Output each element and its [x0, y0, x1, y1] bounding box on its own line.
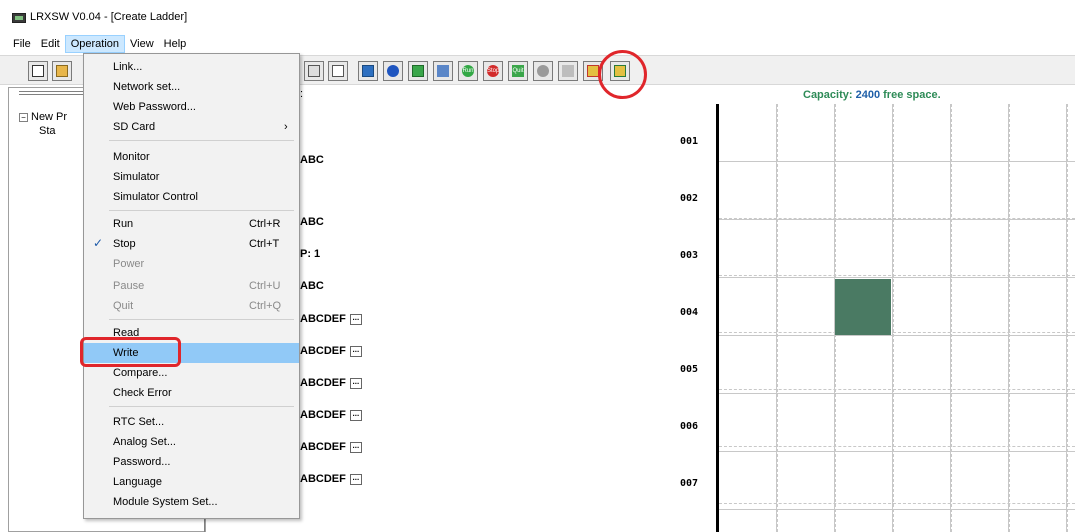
block-row[interactable]: ABC — [300, 154, 324, 166]
ellipsis-button[interactable]: ... — [349, 377, 362, 389]
quit-icon[interactable]: Quit — [508, 61, 528, 81]
menu-item-password[interactable]: Password... — [84, 452, 299, 472]
block-row[interactable]: P: 1 — [300, 248, 320, 260]
run-icon[interactable]: Run — [458, 61, 478, 81]
block-list: : ABC ABC P: 1 ABC ABCDEF... ABCDEF... A… — [296, 87, 716, 532]
menu-item-link[interactable]: Link... — [84, 57, 299, 77]
block-row[interactable]: ABCDEF... — [300, 441, 362, 453]
ellipsis-button[interactable]: ... — [349, 441, 362, 453]
menu-edit[interactable]: Edit — [36, 36, 65, 52]
ladder-row-number: 004 — [680, 307, 699, 318]
tree-child-label: Sta — [39, 125, 56, 137]
record-icon[interactable] — [533, 61, 553, 81]
collapse-icon[interactable]: − — [19, 112, 28, 122]
menu-separator — [109, 406, 294, 407]
ladder-row-number: 007 — [680, 478, 699, 489]
tree-root-label: New Pr — [31, 111, 68, 123]
ladder-grid[interactable] — [719, 104, 1075, 532]
block-row[interactable]: ABCDEF... — [300, 313, 362, 325]
checkmark-icon: ✓ — [93, 236, 104, 250]
app-icon — [12, 13, 26, 23]
project-tree: − New Pr Sta — [19, 110, 67, 138]
capacity-value: 2400 — [855, 89, 881, 101]
ladder-row-number: 006 — [680, 421, 699, 432]
menu-help[interactable]: Help — [159, 36, 192, 52]
menu-item-check-error[interactable]: Check Error — [84, 383, 299, 403]
block-row[interactable]: ABCDEF... — [300, 345, 362, 357]
stop-icon[interactable]: Stop — [483, 61, 503, 81]
ellipsis-button[interactable]: ... — [349, 473, 362, 485]
block-row[interactable]: ABC — [300, 216, 324, 228]
annotation-rectangle — [80, 337, 181, 367]
ellipsis-button[interactable]: ... — [349, 409, 362, 421]
menu-item-monitor[interactable]: Monitor — [84, 147, 299, 167]
tree-node-root[interactable]: − New Pr — [19, 110, 67, 124]
ladder-row-number: 005 — [680, 364, 699, 375]
settings-icon[interactable] — [408, 61, 428, 81]
pause-icon[interactable] — [558, 61, 578, 81]
menu-item-web-password[interactable]: Web Password... — [84, 97, 299, 117]
menu-item-simulator-control[interactable]: Simulator Control — [84, 187, 299, 207]
quit-label: Quit — [512, 65, 524, 77]
menu-item-stop[interactable]: ✓ Stop Ctrl+T — [84, 234, 299, 254]
menu-item-rtc-set[interactable]: RTC Set... — [84, 412, 299, 432]
monitor-icon[interactable] — [358, 61, 378, 81]
menu-item-network-set[interactable]: Network set... — [84, 77, 299, 97]
menu-bar: File Edit Operation View Help — [0, 34, 1075, 53]
ladder-icon[interactable] — [304, 61, 324, 81]
block-row[interactable]: ABC — [300, 280, 324, 292]
block-list-colon: : — [300, 88, 304, 100]
block-row[interactable]: ABCDEF... — [300, 377, 362, 389]
menu-item-run[interactable]: Run Ctrl+R — [84, 214, 299, 234]
ellipsis-button[interactable]: ... — [349, 345, 362, 357]
submenu-arrow-icon: › — [284, 121, 288, 133]
menu-separator — [109, 140, 294, 141]
ladder-row-number: 003 — [680, 250, 699, 261]
ellipsis-button[interactable]: ... — [349, 313, 362, 325]
menu-item-module-system-set[interactable]: Module System Set... — [84, 492, 299, 512]
operation-menu: Link... Network set... Web Password... S… — [83, 53, 300, 519]
block-icon[interactable] — [328, 61, 348, 81]
block-row[interactable]: ABCDEF... — [300, 473, 362, 485]
block-row[interactable]: ABCDEF... — [300, 409, 362, 421]
menu-item-analog-set[interactable]: Analog Set... — [84, 432, 299, 452]
annotation-circle — [598, 50, 647, 99]
menu-operation[interactable]: Operation — [64, 34, 126, 53]
menu-item-quit: Quit Ctrl+Q — [113, 300, 282, 312]
new-icon[interactable] — [28, 61, 48, 81]
menu-item-language[interactable]: Language — [84, 472, 299, 492]
menu-file[interactable]: File — [8, 36, 36, 52]
window-title: LRXSW V0.04 - [Create Ladder] — [30, 11, 188, 23]
title-bar: LRXSW V0.04 - [Create Ladder] — [0, 0, 1075, 34]
menu-item-pause: Pause Ctrl+U — [113, 280, 281, 292]
menu-separator — [109, 210, 294, 211]
menu-separator — [109, 319, 294, 320]
menu-item-simulator[interactable]: Simulator — [84, 167, 299, 187]
ladder-row-number: 002 — [680, 193, 699, 204]
run-label: Run — [462, 65, 474, 77]
selected-cell-cursor[interactable] — [835, 279, 891, 335]
tree-node-child[interactable]: Sta — [19, 124, 67, 138]
menu-item-sd-card[interactable]: SD Card › — [84, 117, 299, 137]
stop-label: Stop — [487, 65, 499, 77]
menu-view[interactable]: View — [125, 36, 159, 52]
capacity-indicator: Capacity: 2400 free space. — [803, 89, 941, 101]
ladder-row-number: 001 — [680, 136, 699, 147]
menu-item-power: Power — [113, 258, 145, 270]
open-icon[interactable] — [52, 61, 72, 81]
tools-icon[interactable] — [433, 61, 453, 81]
link-icon[interactable] — [383, 61, 403, 81]
